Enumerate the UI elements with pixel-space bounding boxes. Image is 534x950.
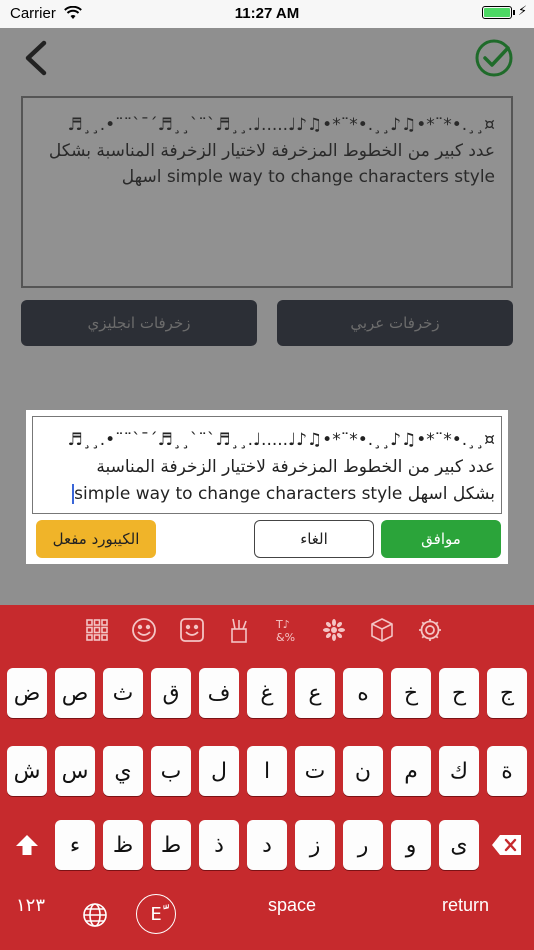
key[interactable]: ة — [487, 746, 527, 796]
arabic-decorations-button[interactable]: زخرفات عربي — [277, 300, 513, 346]
flower-icon[interactable] — [319, 615, 349, 645]
status-bar: Carrier 11:27 AM ⚡ — [0, 0, 534, 28]
key[interactable]: خ — [391, 668, 431, 718]
key[interactable]: ي — [103, 746, 143, 796]
dialog-line-2: عدد كبير من الخطوط المزخرفة لاختيار الزخ… — [96, 457, 495, 477]
dialog-line-1: ¤¸¸.•*¨*•♫♪¸¸.•*¨*•♫♪♩.....♩.¸¸♬`¨`¸¸♬´¯… — [67, 430, 495, 450]
numbers-key[interactable]: ١٢٣ — [16, 895, 45, 916]
preview-line-2: عدد كبير من الخطوط المزخرفة لاختيار الزخ… — [48, 141, 495, 161]
text-preview[interactable]: ¤¸¸.•*¨*•♫♪¸¸.•*¨*•♫♪♩.....♩.¸¸♬`¨`¸¸♬´¯… — [21, 96, 513, 288]
emoji-icon[interactable] — [129, 615, 159, 645]
key[interactable]: ج — [487, 668, 527, 718]
key[interactable]: ز — [295, 820, 335, 870]
keyboard-toolbar: T♪ &% — [0, 605, 534, 655]
svg-text:&%: &% — [276, 631, 295, 643]
shift-key[interactable] — [7, 820, 47, 870]
key[interactable]: ح — [439, 668, 479, 718]
confirm-check-icon[interactable] — [474, 38, 514, 78]
key[interactable]: ق — [151, 668, 191, 718]
ok-button[interactable]: موافق — [381, 520, 501, 558]
cube-icon[interactable] — [367, 615, 397, 645]
return-key[interactable]: return — [442, 895, 489, 916]
edit-dialog: ¤¸¸.•*¨*•♫♪¸¸.•*¨*•♫♪♩.....♩.¸¸♬`¨`¸¸♬´¯… — [26, 410, 508, 564]
gear-icon[interactable] — [415, 615, 445, 645]
key[interactable]: ث — [103, 668, 143, 718]
key[interactable]: ط — [151, 820, 191, 870]
key[interactable]: س — [55, 746, 95, 796]
status-time: 11:27 AM — [234, 5, 300, 22]
back-chevron-icon[interactable] — [18, 38, 58, 78]
battery-icon — [482, 6, 512, 19]
key[interactable]: ا — [247, 746, 287, 796]
preview-line-1: ¤¸¸.•*¨*•♫♪¸¸.•*¨*•♫♪♩.....♩.¸¸♬`¨`¸¸♬´¯… — [67, 115, 495, 135]
key[interactable]: ر — [343, 820, 383, 870]
charging-icon: ⚡ — [518, 4, 528, 19]
key[interactable]: ت — [295, 746, 335, 796]
language-toggle-label: Eَّ — [150, 903, 162, 925]
key[interactable]: د — [247, 820, 287, 870]
globe-icon[interactable] — [82, 902, 108, 928]
preview-line-3: simple way to change characters style اس… — [121, 167, 495, 187]
key[interactable]: و — [391, 820, 431, 870]
key[interactable]: غ — [247, 668, 287, 718]
key[interactable]: ع — [295, 668, 335, 718]
sticker-icon[interactable] — [177, 615, 207, 645]
shift-arrow-icon — [16, 835, 38, 855]
keyboard-enabled-badge[interactable]: الكيبورد مفعل — [36, 520, 156, 558]
key[interactable]: م — [391, 746, 431, 796]
key[interactable]: ن — [343, 746, 383, 796]
backspace-key[interactable] — [487, 820, 527, 870]
key[interactable]: ك — [439, 746, 479, 796]
key[interactable]: ب — [151, 746, 191, 796]
key[interactable]: ش — [7, 746, 47, 796]
symbols-icon[interactable]: T♪ &% — [272, 615, 302, 645]
english-decorations-button[interactable]: زخرفات انجليزي — [21, 300, 257, 346]
key[interactable]: ف — [199, 668, 239, 718]
grid-icon[interactable] — [82, 615, 112, 645]
dialog-text-field[interactable]: ¤¸¸.•*¨*•♫♪¸¸.•*¨*•♫♪♩.....♩.¸¸♬`¨`¸¸♬´¯… — [32, 416, 502, 514]
stationery-icon[interactable] — [224, 615, 254, 645]
cancel-button[interactable]: الغاء — [254, 520, 374, 558]
dialog-line-3: بشكل اسهل simple way to change character… — [72, 484, 495, 504]
language-toggle-key[interactable]: Eَّ — [136, 894, 176, 934]
key[interactable]: ذ — [199, 820, 239, 870]
key[interactable]: ه — [343, 668, 383, 718]
key[interactable]: ظ — [103, 820, 143, 870]
key[interactable]: ى — [439, 820, 479, 870]
svg-text:T♪: T♪ — [275, 618, 290, 631]
key[interactable]: ل — [199, 746, 239, 796]
space-key[interactable]: space — [268, 895, 316, 916]
backspace-icon — [492, 835, 521, 855]
key[interactable]: ص — [55, 668, 95, 718]
key[interactable]: ء — [55, 820, 95, 870]
key[interactable]: ض — [7, 668, 47, 718]
